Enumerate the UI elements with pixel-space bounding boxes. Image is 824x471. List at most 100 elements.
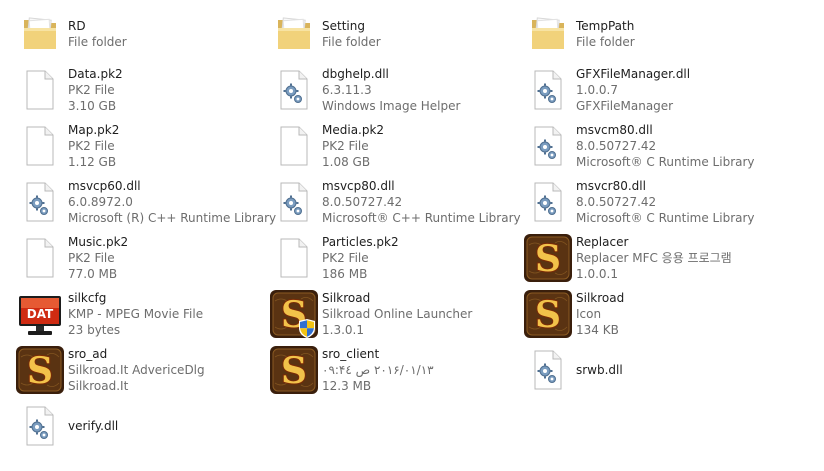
file-detail: 8.0.50727.42 xyxy=(322,195,403,209)
file-name: sro_client xyxy=(322,347,380,361)
file-detail: Microsoft® C Runtime Library xyxy=(576,211,755,225)
silkroad-s-icon: S xyxy=(268,344,320,396)
file-name: Media.pk2 xyxy=(322,123,385,137)
file-detail: 1.3.0.1 xyxy=(322,323,364,337)
svg-text:S: S xyxy=(281,350,307,392)
file-name: GFXFileManager.dll xyxy=(576,67,691,81)
file-name: Silkroad xyxy=(576,291,625,305)
dll-gear-icon xyxy=(268,64,320,116)
file-detail: PK2 File xyxy=(322,139,369,153)
file-name: RD xyxy=(68,19,86,33)
file-item[interactable]: DAT silkcfg KMP - MPEG Movie File 23 byte… xyxy=(14,286,268,342)
file-detail: Silkroad Online Launcher xyxy=(322,307,473,321)
file-detail: 8.0.50727.42 xyxy=(576,195,657,209)
file-name: Map.pk2 xyxy=(68,123,120,137)
file-detail: PK2 File xyxy=(68,83,115,97)
file-list-tiles-view: RD File folder Setting File folder TempP… xyxy=(0,0,824,471)
file-detail: 1.08 GB xyxy=(322,155,371,169)
file-name: Data.pk2 xyxy=(68,67,123,81)
file-detail: 12.3 MB xyxy=(322,379,372,393)
file-name: Setting xyxy=(322,19,365,33)
folder-icon xyxy=(268,8,320,60)
file-item[interactable]: dbghelp.dll 6.3.11.3 Windows Image Helper xyxy=(268,62,522,118)
file-item[interactable]: msvcm80.dll 8.0.50727.42 Microsoft® C Run… xyxy=(522,118,776,174)
file-detail: Microsoft® C++ Runtime Library xyxy=(322,211,521,225)
dat-monitor-icon: DAT xyxy=(14,288,66,340)
file-detail: Replacer MFC 응용 프로그램 xyxy=(576,251,732,265)
file-item[interactable]: S Silkroad Silkroad Online Launcher 1.3.0… xyxy=(268,286,522,342)
file-detail: PK2 File xyxy=(68,251,115,265)
file-item[interactable]: msvcp60.dll 6.0.8972.0 Microsoft (R) C++ … xyxy=(14,174,276,230)
file-item[interactable]: S sro_ad Silkroad.It AdvericeDlg Silkroad… xyxy=(14,342,268,398)
file-detail: 1.12 GB xyxy=(68,155,117,169)
file-detail: 8.0.50727.42 xyxy=(576,139,657,153)
file-detail: Silkroad.It xyxy=(68,379,129,393)
file-detail: 186 MB xyxy=(322,267,368,281)
dll-gear-icon xyxy=(268,176,320,228)
silkroad-s-icon: S xyxy=(522,288,574,340)
file-name: msvcp80.dll xyxy=(322,179,395,193)
dll-gear-icon xyxy=(14,176,66,228)
file-detail: 6.0.8972.0 xyxy=(68,195,133,209)
file-name: sro_ad xyxy=(68,347,108,361)
dll-gear-icon xyxy=(522,344,574,396)
file-detail: ۲۰۱۶/۰۱/۱۳ ص ۰۹:۴٤ xyxy=(322,363,434,377)
file-item[interactable]: S sro_client ۲۰۱۶/۰۱/۱۳ ص ۰۹:۴٤ 12.3 MB xyxy=(268,342,522,398)
file-item[interactable]: msvcr80.dll 8.0.50727.42 Microsoft® C Run… xyxy=(522,174,776,230)
file-name: Music.pk2 xyxy=(68,235,129,249)
file-item[interactable]: TempPath File folder xyxy=(522,6,776,62)
file-item[interactable]: S Silkroad Icon 134 KB xyxy=(522,286,776,342)
file-detail: Microsoft (R) C++ Runtime Library xyxy=(68,211,277,225)
file-item[interactable]: Map.pk2 PK2 File 1.12 GB xyxy=(14,118,268,174)
file-item[interactable]: Setting File folder xyxy=(268,6,522,62)
blank-file-icon xyxy=(14,64,66,116)
file-name: TempPath xyxy=(576,19,635,33)
file-name: msvcm80.dll xyxy=(576,123,653,137)
file-item[interactable]: RD File folder xyxy=(14,6,268,62)
dll-gear-icon xyxy=(522,64,574,116)
file-detail: Silkroad.It AdvericeDlg xyxy=(68,363,205,377)
file-detail: 134 KB xyxy=(576,323,619,337)
file-detail: 3.10 GB xyxy=(68,99,117,113)
file-detail: KMP - MPEG Movie File xyxy=(68,307,204,321)
file-detail: Windows Image Helper xyxy=(322,99,461,113)
blank-file-icon xyxy=(268,232,320,284)
dll-gear-icon xyxy=(522,176,574,228)
dll-gear-icon xyxy=(14,400,66,452)
file-name: msvcr80.dll xyxy=(576,179,646,193)
file-detail: PK2 File xyxy=(322,251,369,265)
file-item[interactable]: Media.pk2 PK2 File 1.08 GB xyxy=(268,118,522,174)
file-detail: 1.0.0.1 xyxy=(576,267,618,281)
file-detail: 1.0.0.7 xyxy=(576,83,618,97)
silkroad-s-icon: S xyxy=(14,344,66,396)
blank-file-icon xyxy=(14,120,66,172)
svg-text:DAT: DAT xyxy=(27,307,54,321)
file-item[interactable]: GFXFileManager.dll 1.0.0.7 GFXFileManager xyxy=(522,62,776,118)
blank-file-icon xyxy=(268,120,320,172)
file-name: msvcp60.dll xyxy=(68,179,141,193)
file-detail: GFXFileManager xyxy=(576,99,674,113)
file-detail: Microsoft® C Runtime Library xyxy=(576,155,755,169)
svg-text:S: S xyxy=(535,238,561,280)
silkroad-shield-icon: S xyxy=(268,288,320,340)
file-item[interactable]: Music.pk2 PK2 File 77.0 MB xyxy=(14,230,268,286)
folder-icon xyxy=(522,8,574,60)
file-item[interactable]: Data.pk2 PK2 File 3.10 GB xyxy=(14,62,268,118)
folder-icon xyxy=(14,8,66,60)
file-detail: PK2 File xyxy=(68,139,115,153)
file-name: Replacer xyxy=(576,235,629,249)
file-name: srwb.dll xyxy=(576,363,623,377)
file-item[interactable]: msvcp80.dll 8.0.50727.42 Microsoft® C++ R… xyxy=(268,174,522,230)
file-detail: File folder xyxy=(322,35,381,49)
file-name: verify.dll xyxy=(68,419,119,433)
file-detail: 77.0 MB xyxy=(68,267,118,281)
file-item[interactable]: Particles.pk2 PK2 File 186 MB xyxy=(268,230,522,286)
file-item[interactable]: srwb.dll xyxy=(522,342,776,398)
file-detail: File folder xyxy=(68,35,127,49)
silkroad-s-icon: S xyxy=(522,232,574,284)
file-detail: File folder xyxy=(576,35,635,49)
file-detail: 23 bytes xyxy=(68,323,121,337)
file-item[interactable]: verify.dll xyxy=(14,398,268,454)
file-name: dbghelp.dll xyxy=(322,67,389,81)
file-item[interactable]: S Replacer Replacer MFC 응용 프로그램 1.0.0.1 xyxy=(522,230,776,286)
